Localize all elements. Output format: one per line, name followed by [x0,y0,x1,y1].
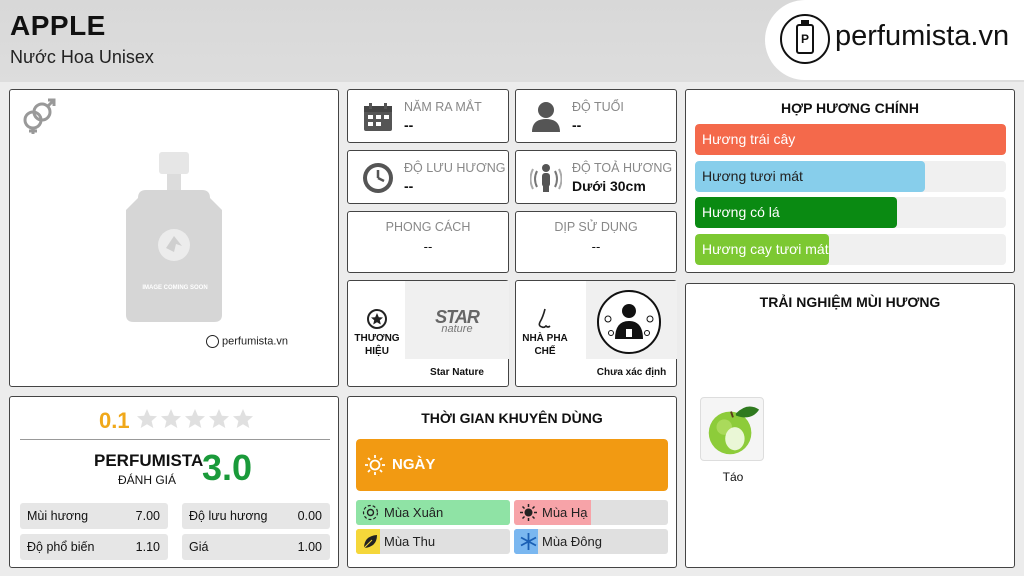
user-rating-score: 0.1 [99,408,130,433]
perfumista-rating-score: 3.0 [202,447,253,488]
watermark-logo-icon [206,335,219,348]
recommended-time-panel: THỜI GIAN KHUYÊN DÙNG NGÀY Mùa Xuân Mùa H… [347,396,677,568]
longevity-label: ĐỘ LƯU HƯƠNG [404,161,506,175]
season-label: Mùa Đông [542,534,602,549]
image-coming-soon-text: IMAGE COMING SOON [142,285,208,291]
brand-card[interactable]: THƯƠNG HIỆU STAR nature Star Nature [347,280,509,387]
stat-price: Giá 1.00 [182,534,330,560]
occasion-card: DỊP SỬ DỤNG -- [515,211,677,273]
header: APPLE Nước Hoa Unisex P perfumista.vn [0,0,1024,82]
season-1: Mùa Xuân [356,500,510,525]
longevity-card: ĐỘ LƯU HƯƠNG -- [347,150,509,204]
rating-star-icon[interactable] [208,408,230,430]
rating-panel: 0.1 PERFUMISTA ĐÁNH GIÁ 3.0 Mùi hương 7.0… [9,396,339,568]
accord-label: Hương cay tươi mát [702,240,829,257]
person-icon [532,102,560,132]
rating-star-icon[interactable] [232,408,254,430]
perfume-subtitle: Nước Hoa Unisex [10,47,154,67]
style-value: -- [423,239,433,254]
calendar-icon [364,103,392,131]
flower-icon [362,504,379,521]
logo-text: perfumista.vn [835,20,1010,52]
sillage-value: Dưới 30cm [572,178,646,194]
note-item-apple[interactable]: Táo [700,397,766,484]
perfumista-rating-sublabel: ĐÁNH GIÁ [118,473,177,487]
accord-bar: Hương có lá [695,197,1006,228]
brand-label: THƯƠNG HIỆU [354,333,400,357]
star-rating[interactable] [136,408,256,432]
bottle-logo-icon: P [780,14,830,64]
age-label: ĐỘ TUỔI [572,100,624,114]
day-label: NGÀY [392,456,436,473]
rating-star-icon[interactable] [136,408,158,430]
season-label: Mùa Xuân [384,505,444,520]
age-value: -- [572,117,582,133]
perfumer-card[interactable]: NHÀ PHA CHẾ Chưa xác định [515,280,677,387]
note-label: Táo [722,470,744,484]
perfume-title: APPLE [10,10,106,41]
perfumista-rating-label: PERFUMISTA [94,451,204,470]
accord-bar: Hương cay tươi mát [695,233,1006,265]
brand-logo-area: STAR nature [405,281,509,359]
stat-scent: Mùi hương 7.00 [20,503,168,529]
star-badge-icon [367,309,387,329]
season-label: Mùa Thu [384,534,436,549]
perfumer-avatar-icon [597,290,661,354]
stat-popularity: Độ phổ biến 1.10 [20,534,168,560]
scent-experience-title: TRẢI NGHIỆM MÙI HƯƠNG [759,294,941,310]
sun-icon [520,504,537,521]
sillage-card: ĐỘ TOẢ HƯƠNG Dưới 30cm [515,150,677,204]
style-label: PHONG CÁCH [385,220,471,234]
recommended-time-title: THỜI GIAN KHUYÊN DÙNG [421,410,603,426]
product-image-panel: IMAGE COMING SOON perfumista.vn [9,89,339,387]
image-watermark: perfumista.vn [206,335,288,348]
accords-title: HỢP HƯƠNG CHÍNH [781,100,919,116]
rating-star-icon[interactable] [184,408,206,430]
snowflake-icon [520,533,537,550]
accord-label: Hương tươi mát [702,167,803,184]
accord-label: Hương trái cây [702,131,796,147]
day-bar: NGÀY [356,439,668,491]
release-year-label: NĂM RA MẮT [404,100,482,114]
accord-bar: Hương trái cây [695,124,1006,155]
stat-longevity: Độ lưu hương 0.00 [182,503,330,529]
accord-bar: Hương tươi mát [695,160,1006,192]
brand-logo-subtext: nature [441,323,473,335]
perfumer-label: NHÀ PHA CHẾ [522,333,568,357]
scent-experience-panel: TRẢI NGHIỆM MÙI HƯƠNG Táo [685,283,1015,568]
season-2: Mùa Hạ [514,500,668,525]
occasion-label: DỊP SỬ DỤNG [554,220,638,234]
accord-label: Hương có lá [702,204,780,220]
rating-star-icon[interactable] [160,408,182,430]
sillage-label: ĐỘ TOẢ HƯƠNG [572,161,673,175]
perfumer-image-area [586,281,677,359]
release-year-value: -- [404,117,414,133]
perfumer-name: Chưa xác định [596,367,667,378]
release-year-card: NĂM RA MẮT -- [347,89,509,143]
clock-icon [363,163,393,193]
leaf-icon [363,535,377,549]
sillage-person-icon [530,164,562,192]
site-logo[interactable]: P perfumista.vn [765,0,1024,80]
sun-outline-icon [365,455,385,475]
season-3: Mùa Thu [356,529,510,554]
brand-name: Star Nature [430,367,484,378]
age-card: ĐỘ TUỔI -- [515,89,677,143]
main-accords-panel: HỢP HƯƠNG CHÍNH Hương trái cây Hương tươi… [685,89,1015,273]
season-label: Mùa Hạ [542,505,588,520]
longevity-value: -- [404,178,414,194]
occasion-value: -- [591,239,601,254]
season-4: Mùa Đông [514,529,668,554]
unisex-gender-icon [23,98,56,134]
nose-icon [538,308,551,329]
rating-divider [20,439,330,440]
green-apple-icon [700,397,764,461]
placeholder-bottle-image [126,152,222,322]
style-card: PHONG CÁCH -- [347,211,509,273]
